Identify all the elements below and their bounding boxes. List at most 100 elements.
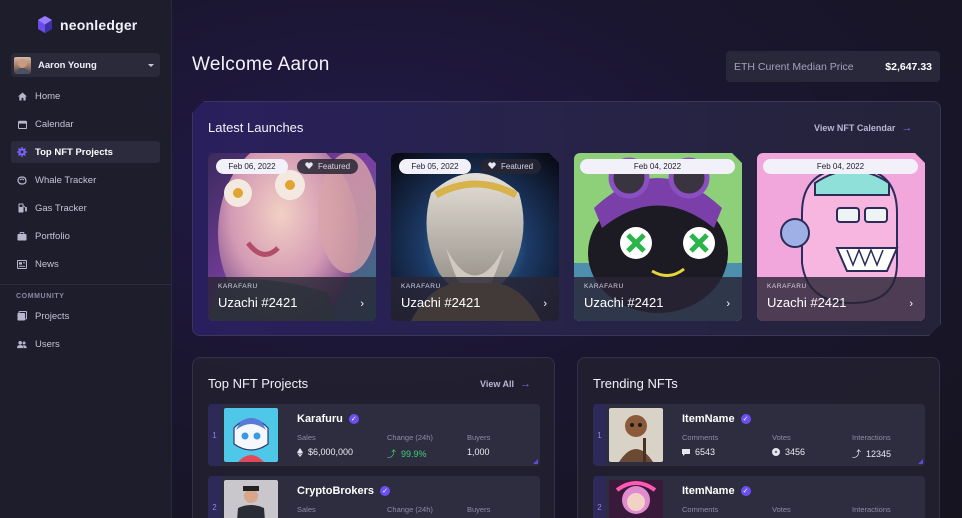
- comments-count: 6543: [695, 447, 716, 457]
- arrow-right-icon: →: [901, 122, 913, 134]
- ethereum-icon: [297, 447, 303, 457]
- sidebar-item-top-nft-projects[interactable]: Top NFT Projects: [11, 141, 160, 163]
- launch-card-footer: KARAFARU Uzachi #2421 ›: [757, 277, 925, 321]
- list-item[interactable]: 2 ItemName ✓ Comments Votes Interactions: [593, 476, 925, 518]
- collection-name: KARAFARU: [218, 283, 258, 290]
- avatar: [14, 56, 31, 74]
- change-amount: 99.9%: [401, 448, 427, 459]
- sidebar-item-portfolio[interactable]: Portfolio: [11, 225, 160, 247]
- verified-icon: ✓: [348, 414, 359, 424]
- interactions-header: Interactions: [852, 505, 891, 514]
- sidebar-item-projects[interactable]: Projects: [11, 305, 160, 327]
- comments-header: Comments: [682, 433, 719, 442]
- featured-label: Featured: [501, 162, 534, 171]
- project-name: Karafuru: [297, 413, 343, 425]
- user-name: Aaron Young: [38, 59, 97, 71]
- sidebar-item-label: Whale Tracker: [35, 174, 97, 186]
- eth-price-widget: ETH Curent Median Price $2,647.33: [726, 51, 940, 82]
- arrow-right-icon: →: [520, 378, 532, 390]
- votes-header: Votes: [772, 505, 791, 514]
- sales-header: Sales: [297, 433, 316, 442]
- view-all-link[interactable]: View All →: [480, 378, 531, 390]
- launch-card[interactable]: Feb 05, 2022 Featured KARAFARU Uzachi #2…: [391, 153, 559, 321]
- table-row[interactable]: 1 Karafuru ✓ Sales Change (24h) Buyers $…: [208, 404, 540, 466]
- user-switcher[interactable]: Aaron Young: [11, 53, 160, 77]
- home-icon: [17, 91, 27, 101]
- sidebar-item-label: Gas Tracker: [35, 202, 87, 214]
- change-header: Change (24h): [387, 505, 433, 514]
- sidebar-item-home[interactable]: Home: [11, 85, 160, 107]
- sidebar-item-calendar[interactable]: Calendar: [11, 113, 160, 135]
- launch-card-footer: KARAFARU Uzachi #2421 ›: [208, 277, 376, 321]
- view-nft-calendar-link[interactable]: View NFT Calendar →: [814, 122, 912, 134]
- top-nft-projects-panel: Top NFT Projects View All → 1 Karafuru ✓: [192, 357, 555, 518]
- community-section-label: COMMUNITY: [16, 293, 65, 300]
- trending-nfts-panel: Trending NFTs 1 ItemName ✓ Comments Vote…: [577, 357, 940, 518]
- verified-icon: ✓: [740, 414, 751, 424]
- change-header: Change (24h): [387, 433, 433, 442]
- featured-badge: Featured: [480, 159, 541, 174]
- nft-name: Uzachi #2421: [767, 295, 847, 310]
- launch-card[interactable]: Feb 06, 2022 Featured KARAFARU Uzachi #2…: [208, 153, 376, 321]
- launch-card[interactable]: Feb 04, 2022 KARAFARU Uzachi #2421 ›: [574, 153, 742, 321]
- featured-label: Featured: [318, 162, 351, 171]
- launch-card[interactable]: Feb 04, 2022 KARAFARU Uzachi #2421 ›: [757, 153, 925, 321]
- project-thumbnail: [224, 480, 278, 518]
- nft-item-name: ItemName: [682, 413, 735, 425]
- list-item[interactable]: 1 ItemName ✓ Comments Votes Interactions: [593, 404, 925, 466]
- comments-header: Comments: [682, 505, 719, 514]
- votes-header: Votes: [772, 433, 791, 442]
- collection-name: KARAFARU: [401, 283, 441, 290]
- launch-date-badge: Feb 04, 2022: [763, 159, 918, 174]
- verified-icon: ✓: [740, 486, 751, 496]
- row-corner-accent: [918, 459, 923, 464]
- brand[interactable]: neonledger: [38, 16, 137, 33]
- users-icon: [17, 339, 27, 349]
- sidebar-item-whale-tracker[interactable]: Whale Tracker: [11, 169, 160, 191]
- sidebar-item-users[interactable]: Users: [11, 333, 160, 355]
- project-title: CryptoBrokers ✓: [297, 485, 391, 497]
- chevron-right-icon: ›: [909, 298, 913, 310]
- trend-up-icon: ⤴: [387, 449, 397, 459]
- launch-date-badge: Feb 05, 2022: [399, 159, 471, 174]
- launch-date-badge: Feb 04, 2022: [580, 159, 735, 174]
- buyers-header: Buyers: [467, 433, 491, 442]
- sidebar-item-gas-tracker[interactable]: Gas Tracker: [11, 197, 160, 219]
- trending-nfts-title: Trending NFTs: [593, 376, 678, 391]
- eth-price-value: $2,647.33: [885, 60, 932, 73]
- top-nft-projects-title: Top NFT Projects: [208, 376, 309, 391]
- buyers-header: Buyers: [467, 505, 491, 514]
- sidebar-item-label: Home: [35, 90, 61, 102]
- chevron-right-icon: ›: [543, 298, 547, 310]
- votes-count: 3456: [785, 447, 806, 457]
- nft-name: Uzachi #2421: [584, 295, 664, 310]
- project-title: Karafuru ✓: [297, 413, 359, 425]
- project-name: CryptoBrokers: [297, 485, 375, 497]
- comments-value: 6543: [682, 447, 715, 457]
- vote-icon: [772, 448, 780, 456]
- sidebar-item-label: Top NFT Projects: [35, 146, 113, 158]
- sidebar-item-label: Projects: [35, 310, 70, 322]
- brand-name: neonledger: [60, 16, 138, 33]
- row-corner-accent: [533, 459, 538, 464]
- nft-item-name: ItemName: [682, 485, 735, 497]
- view-nft-calendar-label: View NFT Calendar: [814, 123, 896, 133]
- rank-number: 1: [208, 404, 221, 466]
- chevron-right-icon: ›: [360, 298, 364, 310]
- eth-price-label: ETH Curent Median Price: [734, 60, 854, 73]
- change-value: ⤴ 99.9%: [387, 447, 427, 460]
- buyers-value: 1,000: [467, 447, 490, 457]
- whale-icon: [17, 175, 27, 185]
- sidebar-item-label: Users: [35, 338, 60, 350]
- sidebar-item-news[interactable]: News: [11, 253, 160, 275]
- briefcase-icon: [17, 231, 27, 241]
- featured-badge: Featured: [297, 159, 358, 174]
- latest-launches-title: Latest Launches: [208, 120, 304, 135]
- gear-icon: [17, 147, 27, 157]
- view-all-label: View All: [480, 379, 515, 389]
- rank-number: 2: [593, 476, 606, 518]
- table-row[interactable]: 2 CryptoBrokers ✓ Sales Change (24h) Buy…: [208, 476, 540, 518]
- sales-header: Sales: [297, 505, 316, 514]
- trend-up-icon: ⤴: [852, 449, 862, 459]
- rank-number: 2: [208, 476, 221, 518]
